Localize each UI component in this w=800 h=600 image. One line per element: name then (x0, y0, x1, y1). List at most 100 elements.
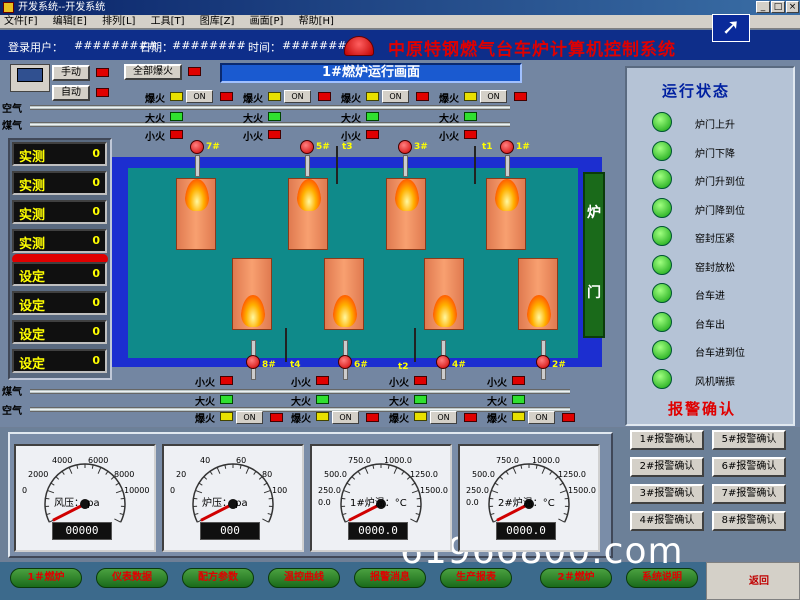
workpiece-block (232, 258, 272, 330)
gauge-tick-label: 20 (176, 470, 187, 479)
nav-button[interactable]: 系统说明 (626, 568, 698, 588)
thermocouple-label: t3 (342, 142, 353, 152)
alarm-confirm-button[interactable]: 8#报警确认 (712, 511, 786, 531)
menu-tools[interactable]: 工具[T] (151, 16, 185, 27)
burner-icon[interactable] (246, 355, 260, 369)
ignite-on-button-bottom[interactable]: ON (236, 411, 263, 424)
minimize-button[interactable]: _ (756, 1, 770, 13)
ignite-on-button-top[interactable]: ON (186, 90, 213, 103)
alarm-confirm-button[interactable]: 6#报警确认 (712, 457, 786, 477)
measure-row: 设定 0 (12, 291, 107, 315)
status-lamp-icon (652, 112, 672, 132)
measure-label: 实测 (19, 208, 46, 223)
nav-button[interactable]: 温控曲线 (268, 568, 340, 588)
ignite-on-button-bottom[interactable]: ON (430, 411, 457, 424)
big-fire-indicator-top (366, 112, 379, 121)
maximize-button[interactable]: □ (771, 1, 785, 13)
nav-button[interactable]: 生产报表 (440, 568, 512, 588)
gauge-end-label: 250.0 (318, 486, 341, 495)
gauge-tick (416, 497, 421, 500)
ignite-label-top: 爆火 (243, 94, 263, 105)
gauge-tick-label: 80 (262, 470, 273, 479)
menu-library[interactable]: 图库[Z] (200, 16, 235, 27)
alarm-confirm-button[interactable]: 2#报警确认 (630, 457, 704, 477)
alarm-confirm-button[interactable]: 3#报警确认 (630, 484, 704, 504)
auto-button[interactable]: 自动 (52, 85, 90, 101)
status-lamp-icon (652, 283, 672, 303)
nav-button[interactable]: 1＃燃炉 (10, 568, 82, 588)
status-label: 台车进到位 (695, 348, 745, 359)
alarm-confirm-button[interactable]: 5#报警确认 (712, 430, 786, 450)
gauge-tick (341, 497, 346, 500)
gauge-tick (342, 513, 347, 516)
menu-help[interactable]: 帮助[H] (299, 16, 334, 27)
burner-icon[interactable] (190, 140, 204, 154)
nav-button[interactable]: 2＃燃炉 (540, 568, 612, 588)
status-label: 炉门上升 (695, 120, 735, 131)
gauge-tick (364, 467, 369, 474)
thermocouple-label: t2 (398, 362, 409, 372)
burner-icon[interactable] (436, 355, 450, 369)
menu-bar: 文件[F] 编辑[E] 排列[L] 工具[T] 图库[Z] 画面[P] 帮助[H… (0, 15, 800, 29)
measure-value: 0 (92, 267, 100, 280)
burner-number: 2# (552, 360, 566, 370)
status-label: 炉门降到位 (695, 205, 745, 217)
gas-label-top: 煤气 (2, 121, 22, 132)
big-fire-indicator-bottom (414, 395, 427, 404)
gauge-tick (47, 489, 55, 494)
gauge-tick (393, 467, 398, 474)
gauge-end-label: 1500.0 (568, 486, 596, 495)
status-label: 炉门升到位 (695, 177, 745, 188)
ignite-on-button-top[interactable]: ON (480, 90, 507, 103)
ignite-alarm-bottom (562, 413, 575, 422)
ignite-alarm-bottom (270, 413, 283, 422)
burner-icon[interactable] (338, 355, 352, 369)
ignite-indicator-top (366, 92, 379, 101)
gas-pipe-top (30, 122, 510, 127)
big-fire-indicator-top (268, 112, 281, 121)
gas-label-bottom: 煤气 (2, 387, 22, 398)
gauge-end-label: 100 (272, 486, 288, 495)
nav-button[interactable]: 报警消息 (354, 568, 426, 588)
burner-icon[interactable] (500, 140, 514, 154)
flame-icon (333, 295, 357, 327)
menu-arrange[interactable]: 排列[L] (102, 16, 135, 27)
gauge-end-label: 0 (22, 486, 28, 495)
burner-nozzle (195, 155, 200, 177)
manual-button[interactable]: 手动 (52, 65, 90, 81)
menu-file[interactable]: 文件[F] (4, 16, 38, 27)
alarm-confirm-button[interactable]: 7#报警确认 (712, 484, 786, 504)
gauge-label: 2#炉温：°C (498, 498, 555, 509)
ignite-indicator-bottom (220, 412, 233, 421)
window-titlebar: 开发系统--开发系统 (0, 0, 800, 15)
alarm-confirm-button[interactable]: 4#报警确认 (630, 511, 704, 531)
return-label[interactable]: 返回 (749, 572, 769, 587)
ignite-on-button-bottom[interactable]: ON (528, 411, 555, 424)
furnace-door: 炉 门 (583, 172, 605, 338)
gauge-tick-label: 1000.0 (384, 456, 412, 465)
big-fire-label-bottom: 大火 (291, 397, 311, 408)
burner-icon[interactable] (300, 140, 314, 154)
status-label: 台车出 (695, 319, 725, 331)
ignite-on-button-top[interactable]: ON (382, 90, 409, 103)
nav-button[interactable]: 仪表数据 (96, 568, 168, 588)
close-button[interactable]: × (786, 1, 799, 13)
ignite-on-button-top[interactable]: ON (284, 90, 311, 103)
burner-number: 4# (452, 360, 466, 370)
burner-icon[interactable] (536, 355, 550, 369)
alarm-confirm-button[interactable]: 1#报警确认 (630, 430, 704, 450)
air-label-bottom: 空气 (2, 406, 22, 417)
nav-button[interactable]: 配方参数 (182, 568, 254, 588)
gauge-tick (68, 467, 73, 474)
big-fire-label-bottom: 大火 (487, 397, 507, 408)
small-fire-indicator-top (268, 130, 281, 139)
burner-number: 7# (206, 142, 220, 152)
ignite-on-button-bottom[interactable]: ON (332, 411, 359, 424)
gauge-tick (541, 467, 546, 474)
big-fire-label-top: 大火 (243, 114, 263, 125)
all-ignite-button[interactable]: 全部爆火 (124, 64, 182, 80)
burner-icon[interactable] (398, 140, 412, 154)
menu-screen[interactable]: 画面[P] (250, 16, 284, 27)
gauge-tick (55, 476, 60, 480)
menu-edit[interactable]: 编辑[E] (53, 16, 87, 27)
